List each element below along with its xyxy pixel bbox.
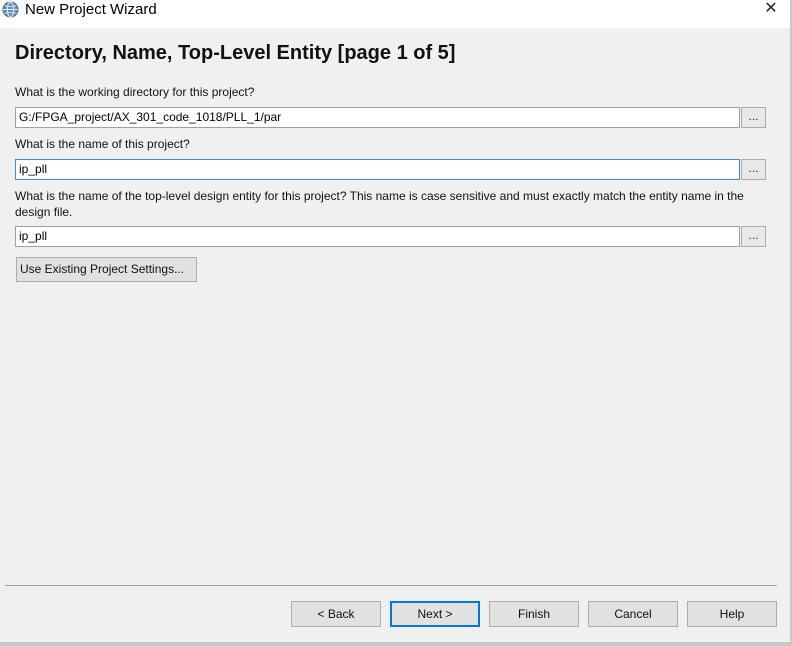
use-existing-settings-button[interactable]: Use Existing Project Settings... (16, 257, 197, 282)
wizard-body: Directory, Name, Top-Level Entity [page … (0, 28, 792, 642)
window-title: New Project Wizard (25, 1, 157, 18)
footer-divider (5, 585, 777, 586)
top-level-entity-input[interactable]: ip_pll (15, 226, 740, 247)
help-button[interactable]: Help (687, 601, 777, 627)
browse-directory-button[interactable]: ... (741, 107, 766, 128)
quartus-globe-icon (2, 1, 19, 18)
working-directory-input[interactable]: G:/FPGA_project/AX_301_code_1018/PLL_1/p… (15, 107, 740, 128)
project-name-input[interactable]: ip_pll (15, 159, 740, 180)
cancel-button[interactable]: Cancel (588, 601, 678, 627)
page-title: Directory, Name, Top-Level Entity [page … (15, 42, 456, 64)
directory-question-label: What is the working directory for this p… (15, 85, 255, 99)
next-button[interactable]: Next > (390, 601, 480, 627)
close-button[interactable]: ✕ (754, 0, 788, 20)
window-edge-bottom (0, 642, 792, 646)
title-bar: New Project Wizard ✕ (0, 0, 792, 28)
browse-project-name-button[interactable]: ... (741, 159, 766, 180)
back-button[interactable]: < Back (291, 601, 381, 627)
project-name-question-label: What is the name of this project? (15, 137, 190, 151)
browse-top-entity-button[interactable]: ... (741, 226, 766, 247)
finish-button[interactable]: Finish (489, 601, 579, 627)
top-entity-question-label: What is the name of the top-level design… (15, 189, 744, 219)
